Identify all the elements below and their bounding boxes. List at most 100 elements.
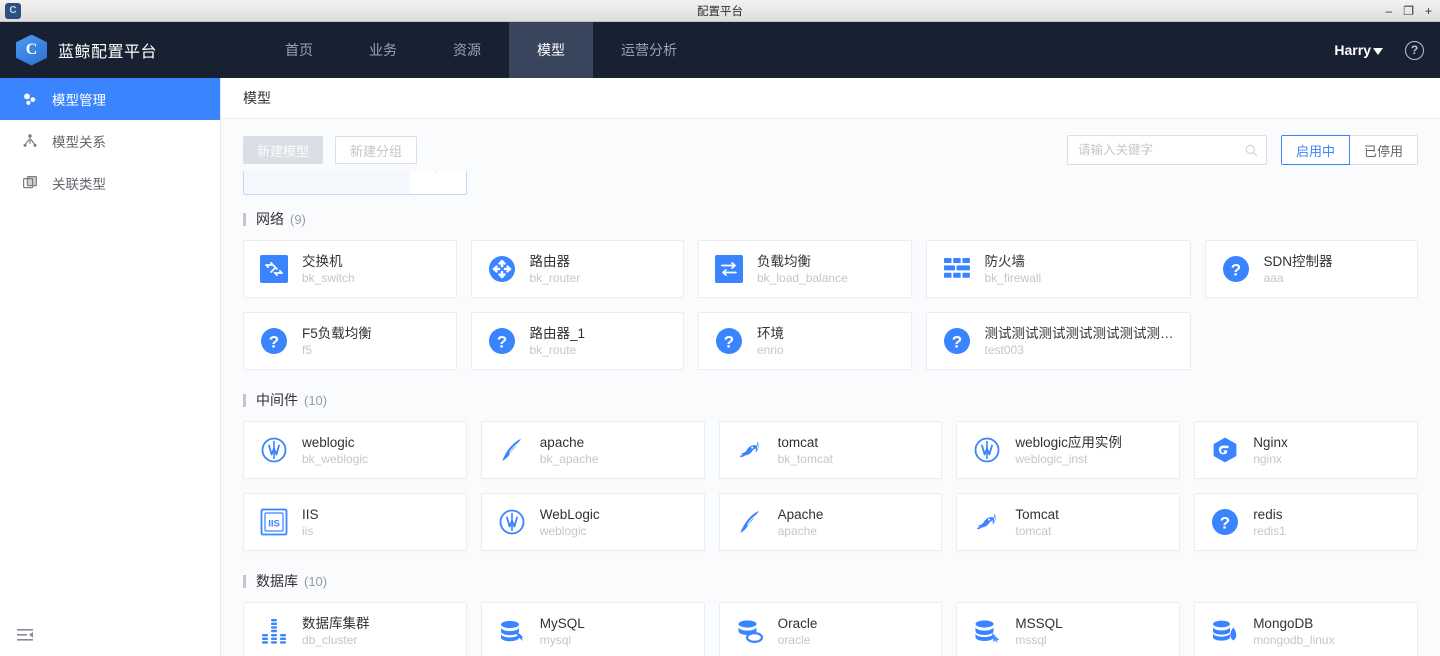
minimize-button[interactable]: – [1386,5,1393,17]
main-content: 模型 新建模型 新建分组 启用中已停用 [221,78,1440,656]
nav-item-0[interactable]: 首页 [257,22,341,78]
group-header: 数据库 (10) [243,557,1418,602]
group-name: 中间件 [256,392,298,408]
model-card[interactable]: MongoDB mongodb_linux [1194,602,1418,656]
model-card[interactable]: tomcat bk_tomcat [718,421,943,479]
model-card[interactable]: ? SDN控制器 aaa [1204,240,1418,298]
group-header: 网络 (9) [243,195,1418,240]
model-card[interactable]: weblogic bk_weblogic [243,421,467,479]
model-card[interactable]: apache bk_apache [480,421,705,479]
model-id: mongodb_linux [1253,632,1335,647]
search-input[interactable] [1077,143,1245,157]
filter-button-0[interactable]: 启用中 [1280,135,1350,165]
model-id: mysql [539,632,572,647]
model-name: MySQL [539,615,585,631]
status-filter-group: 启用中 已停用 [1280,135,1418,165]
model-name: IIS [302,506,319,522]
model-card[interactable]: weblogic应用实例 weblogic_inst [956,421,1181,479]
search-box[interactable] [1066,135,1267,165]
model-card[interactable]: WebLogic weblogic [480,493,705,551]
model-id: enrio [757,342,784,357]
nav-item-2[interactable]: 资源 [425,22,509,78]
new-group-button[interactable]: 新建分组 [335,136,418,164]
model-card[interactable]: 防火墙 bk_firewall [925,240,1191,298]
filter-button-1[interactable]: 已停用 [1348,135,1418,165]
model-card-grid: 数据库集群 db_cluster MySQL mysql Oracle oracle … [243,602,1418,656]
group-bar-icon [243,212,246,226]
page-header: 模型 [221,78,1440,119]
model-card[interactable]: MSSQL mssql [956,602,1181,656]
close-button[interactable]: + [1425,5,1432,17]
model-name: MongoDB [1253,615,1314,631]
model-card[interactable]: ? 测试测试测试测试测试测试测… test003 [925,312,1191,370]
model-id: test003 [984,342,1024,357]
model-card[interactable]: ? F5负载均衡 f5 [243,312,457,370]
weblogic-icon [498,508,526,536]
collapse-sidebar-icon[interactable] [14,624,36,646]
model-card[interactable]: 路由器 bk_router [470,240,684,298]
model-card[interactable]: ? 路由器_1 bk_route [470,312,684,370]
model-card[interactable]: 数据库集群 db_cluster [243,602,467,656]
sidebar-item-label: 模型关系 [52,135,106,150]
group-name: 数据库 [256,573,298,589]
model-scroll-area[interactable]: 网络 (9) 交换机 bk_switch 路由器 bk_router 负载均衡 bk_l… [243,169,1418,656]
model-card[interactable]: Tomcat tomcat [956,493,1181,551]
window-title: 配置平台 [697,5,743,18]
model-card[interactable]: ? 环境 enrio [698,312,912,370]
partially-scrolled-row [243,169,1418,195]
app-shell: 模型管理 模型关系 关联类型 模型 新建模型 新建分组 请输入关键字 启用中 已… [0,78,1440,656]
mongodb-icon [1211,617,1239,645]
model-id: iis [302,523,314,538]
model-group: 中间件 (10) weblogic bk_weblogic apache bk_apa… [243,376,1418,551]
model-name: weblogic [302,434,355,450]
model-card[interactable]: IIS IIS iis [243,493,467,551]
model-name: apache [539,434,585,450]
model-id: bk_tomcat [777,451,833,466]
apache-icon [736,508,764,536]
user-menu[interactable]: Harry [1334,42,1383,58]
new-model-button[interactable]: 新建模型 [243,136,324,164]
model-id: bk_apache [539,451,599,466]
maximize-button[interactable]: ❐ [1403,5,1414,17]
model-name: 测试测试测试测试测试测试测… [984,325,1174,341]
weblogic-icon [260,436,288,464]
model-name: WebLogic [539,506,600,522]
sidebar-item-2[interactable]: 关联类型 [0,162,220,204]
nav-item-3[interactable]: 模型 [509,22,593,78]
sidebar-item-0[interactable]: 模型管理 [0,78,220,120]
model-card[interactable]: Nginx nginx [1194,421,1418,479]
model-card-grid: weblogic bk_weblogic apache bk_apache tomc… [243,421,1418,551]
svg-text:?: ? [496,333,506,352]
sidebar-item-1[interactable]: 模型关系 [0,120,220,162]
svg-text:?: ? [269,333,279,352]
user-name: Harry [1334,42,1371,58]
model-name: Tomcat [1015,506,1059,522]
question-mark-icon[interactable]: ? [1405,40,1424,60]
sidebar-item-label: 模型管理 [52,93,106,108]
nav-right: Harry ? [1334,22,1440,78]
model-card[interactable]: Apache apache [718,493,943,551]
model-id: bk_weblogic [302,451,369,466]
model-name: 路由器 [529,253,571,269]
model-card[interactable]: Oracle oracle [718,602,943,656]
brand-name: 蓝鲸配置平台 [58,44,158,61]
model-card[interactable]: MySQL mysql [480,602,705,656]
brand[interactable]: 蓝鲸配置平台 [0,22,225,78]
iis-icon: IIS [260,508,288,536]
question-icon: ? [1222,255,1250,283]
window-controls: – ❐ + [1386,5,1432,17]
model-card[interactable]: ? redis redis1 [1194,493,1418,551]
card-placeholder[interactable] [243,169,467,195]
model-id: bk_load_balance [757,270,848,285]
model-card[interactable]: 交换机 bk_switch [243,240,457,298]
group-count: (10) [304,574,328,589]
oracle-icon [736,617,764,645]
model-name: 交换机 [302,253,343,269]
group-name: 网络 [256,211,284,227]
toolbar: 新建模型 新建分组 启用中已停用 [243,119,1418,171]
nav-item-1[interactable]: 业务 [341,22,425,78]
toolbar-right: 启用中已停用 [1066,135,1418,165]
model-card[interactable]: 负载均衡 bk_load_balance [698,240,912,298]
nav-item-4[interactable]: 运营分析 [593,22,705,78]
chevron-down-icon [1373,48,1383,55]
